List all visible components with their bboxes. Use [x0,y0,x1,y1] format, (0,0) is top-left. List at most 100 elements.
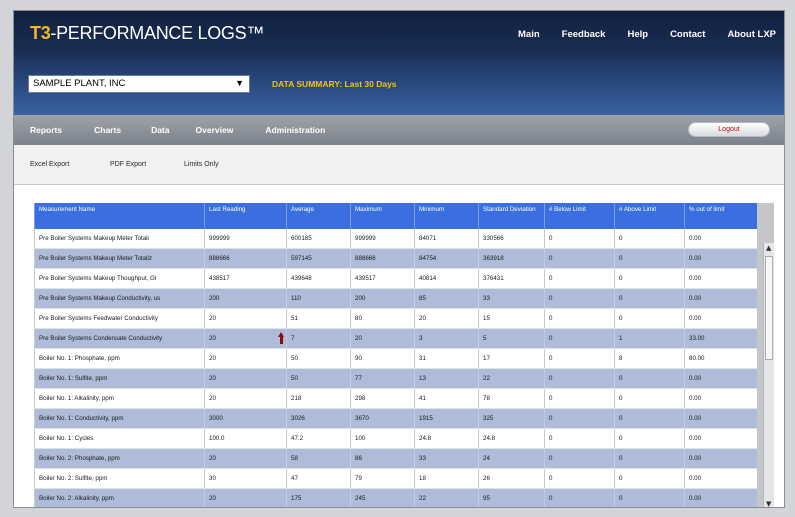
table-cell: 47 [286,468,351,489]
table-cell: 439517 [350,268,415,290]
table-cell: 298 [350,388,415,410]
table-row[interactable]: Boiler No. 1: Alkalinity, ppm 20 218 298 41 7… [34,388,757,410]
table-cell: 7 [286,328,351,350]
column-header[interactable]: # Below Limit [544,203,615,229]
data-summary-label: DATA SUMMARY: Last 30 Days [272,79,397,89]
table-cell: 0.00 [684,229,757,250]
table-cell: 3026 [286,408,351,430]
table-cell: 0.00 [684,248,757,270]
column-header[interactable]: Maximum [350,203,415,229]
table-cell: 888666 [350,248,415,270]
plant-bar: SAMPLE PLANT, INC ▼ DATA SUMMARY: Last 3… [14,57,784,115]
table-cell: 0 [614,488,685,507]
arrow-up-icon [278,332,284,345]
nav-feedback[interactable]: Feedback [562,29,606,40]
column-header[interactable]: Measurement Name [34,203,205,229]
table-cell: 110 [286,288,351,310]
chevron-down-icon: ▼ [235,78,244,88]
table-cell: 20 [204,388,287,410]
table-cell: Pre Boiler Systems Condensate Conductivi… [34,328,205,350]
table-cell: 0 [614,248,685,270]
table-cell: 22 [478,368,545,390]
plant-select[interactable]: SAMPLE PLANT, INC ▼ [28,75,250,93]
table-cell: Boiler No. 1: Alkalinity, ppm [34,388,205,410]
table-cell: 78 [478,388,545,410]
table-cell: 90 [350,348,415,370]
chevron-up-icon[interactable]: ▲ [766,244,771,252]
table-cell: 330566 [478,229,545,250]
logout-button[interactable]: Logout [688,122,770,137]
data-table-panel: Measurement Name Last Reading Average Ma… [34,203,774,507]
plant-select-value: SAMPLE PLANT, INC [33,78,126,89]
app-logo[interactable]: T3-PERFORMANCE LOGS™ [30,23,264,44]
table-cell: 0 [614,288,685,310]
column-header[interactable]: Standard Deviation [478,203,545,229]
table-row[interactable]: Boiler No. 1: Cycles 100.0 47.2 100 24.8 24.8… [34,428,757,449]
table-cell: 18 [414,468,479,489]
column-header[interactable]: Minimum [414,203,479,229]
chevron-down-icon[interactable]: ▼ [766,500,771,507]
table-row[interactable]: Pre Boiler Systems Makeup Meter Totaliz 8… [34,248,757,270]
table-row[interactable]: Pre Boiler Systems Makeup Meter Totali 99… [34,229,757,250]
arrow-stem [279,337,283,345]
table-cell: 0 [614,229,685,250]
column-header[interactable]: % out of limit [684,203,757,229]
menu-reports[interactable]: Reports [30,125,62,135]
table-cell: 84071 [414,229,479,250]
table-cell: 1915 [414,408,479,430]
table-row[interactable]: Boiler No. 1: Conductivity, ppm 3000 3026 3… [34,408,757,430]
menu-data[interactable]: Data [151,125,169,135]
nav-contact[interactable]: Contact [670,29,705,40]
table-cell: 50 [286,368,351,390]
table-cell: 95 [478,488,545,507]
table-row[interactable]: Pre Boiler Systems Condensate Conductivi… [34,328,757,350]
table-cell: 0 [544,468,615,489]
nav-about[interactable]: About LXP [727,29,776,40]
table-cell: 0 [544,428,615,449]
table-cell: 0 [544,328,615,350]
table-cell: 439648 [286,268,351,290]
table-cell: 22 [414,488,479,507]
table-cell: 376431 [478,268,545,290]
vertical-scrollbar[interactable]: ▲ ▼ [763,243,774,507]
table-cell: Boiler No. 2: Sulfite, ppm [34,468,205,489]
table-body: Pre Boiler Systems Makeup Meter Totali 99… [34,229,757,507]
table-row[interactable]: Boiler No. 1: Phosphate, ppm 20 50 90 31 17 0 8… [34,348,757,370]
table-row[interactable]: Boiler No. 1: Sulfite, ppm 20 50 77 13 22 0 0 0.… [34,368,757,390]
table-cell: 24 [478,448,545,469]
table-cell: 26 [478,468,545,489]
table-row[interactable]: Boiler No. 2: Phosphate, ppm 20 58 86 33 24 0 0… [34,448,757,469]
table-cell: 0.00 [684,488,757,507]
table-cell: 3000 [204,408,287,430]
pdf-export-link[interactable]: PDF Export [110,161,146,168]
menu-administration[interactable]: Administration [265,125,325,135]
table-row[interactable]: Pre Boiler Systems Feedwater Conductivit… [34,308,757,330]
menu-overview[interactable]: Overview [196,125,234,135]
menu-charts[interactable]: Charts [94,125,121,135]
data-table: Measurement Name Last Reading Average Ma… [34,203,757,507]
nav-main[interactable]: Main [518,29,540,40]
table-cell: 363918 [478,248,545,270]
column-header[interactable]: Last Reading [204,203,287,229]
table-cell: 0 [544,408,615,430]
scrollbar-thumb[interactable] [765,256,773,360]
table-cell: 200 [350,288,415,310]
table-cell: 47.2 [286,428,351,449]
table-cell: 1 [614,328,685,350]
main-menu-bar: Reports Charts Data Overview Administrat… [14,115,784,145]
limits-only-link[interactable]: Limits Only [184,161,219,168]
table-cell: 0 [544,488,615,507]
column-header[interactable]: # Above Limit [614,203,685,229]
nav-help[interactable]: Help [627,29,648,40]
table-cell: 79 [350,468,415,489]
table-cell: Pre Boiler Systems Makeup Conductivity, … [34,288,205,310]
excel-export-link[interactable]: Excel Export [30,161,69,168]
table-row[interactable]: Boiler No. 2: Sulfite, ppm 30 47 79 18 26 0 0 0.… [34,468,757,489]
column-header[interactable]: Average [286,203,351,229]
table-row[interactable]: Pre Boiler Systems Makeup Thoughput, GI 4… [34,268,757,290]
table-cell: 84754 [414,248,479,270]
table-cell: 999999 [350,229,415,250]
table-row[interactable]: Pre Boiler Systems Makeup Conductivity, … [34,288,757,310]
table-cell: 20 [204,308,287,330]
table-row[interactable]: Boiler No. 2: Alkalinity, ppm 20 175 245 22 9… [34,488,757,507]
